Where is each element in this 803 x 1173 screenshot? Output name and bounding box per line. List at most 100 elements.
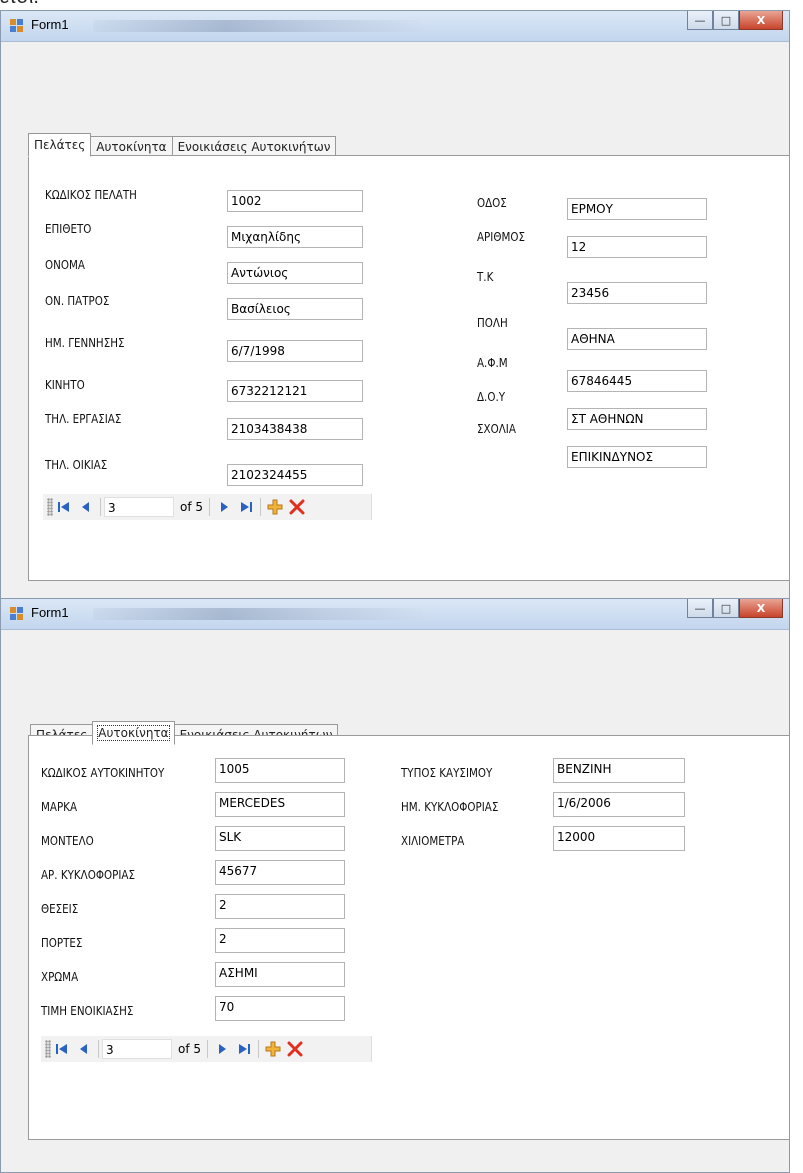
client-area: Πελάτες Αυτοκίνητα Ενοικιάσεις Αυτοκινήτ…: [2, 42, 790, 598]
tab-page-cars: ΚΩΔΙΚΟΣ ΑΥΤΟΚΙΝΗΤΟΥ ΜΑΡΚΑ ΜΟΝΤΕΛΟ ΑΡ. ΚΥ…: [28, 735, 790, 1140]
tab-label: Αυτοκίνητα: [97, 725, 170, 741]
home-phone-field[interactable]: 2102324455: [227, 464, 363, 486]
client-area: Πελάτες Αυτοκίνητα Ενοικιάσεις Αυτοκινήτ…: [2, 630, 790, 1171]
move-next-icon[interactable]: [213, 496, 235, 518]
move-next-icon[interactable]: [211, 1038, 233, 1060]
tax-id-field[interactable]: 67846445: [567, 370, 707, 392]
form-app-icon: [10, 607, 24, 621]
toolbar-separator: [100, 498, 101, 516]
binding-navigator: 3 of 5: [41, 1036, 372, 1062]
tax-office-field[interactable]: ΣΤ ΑΘΗΝΩΝ: [567, 408, 707, 430]
move-first-icon[interactable]: [53, 496, 75, 518]
rental-price-field[interactable]: 70: [215, 996, 345, 1021]
label-model: ΜΟΝΤΕΛΟ: [41, 834, 94, 848]
add-new-icon[interactable]: [262, 1038, 284, 1060]
label-make: ΜΑΡΚΑ: [41, 800, 78, 814]
minimize-button[interactable]: —: [687, 11, 713, 30]
first-name-field[interactable]: Αντώνιος: [227, 262, 363, 284]
label-registration-date: ΗΜ. ΚΥΚΛΟΦΟΡΙΑΣ: [401, 800, 499, 814]
label-license-plate: ΑΡ. ΚΥΚΛΟΦΟΡΙΑΣ: [41, 868, 135, 882]
label-fuel-type: ΤΥΠΟΣ ΚΑΥΣΙΜΟΥ: [401, 766, 493, 780]
label-car-code: ΚΩΔΙΚΟΣ ΑΥΤΟΚΙΝΗΤΟΥ: [41, 766, 165, 780]
label-city: ΠΟΛΗ: [477, 316, 508, 330]
seats-field[interactable]: 2: [215, 894, 345, 919]
label-work-phone: ΤΗΛ. ΕΡΓΑΣΙΑΣ: [45, 412, 122, 426]
comments-field[interactable]: ΕΠΙΚΙΝΔΥΝΟΣ: [567, 446, 707, 468]
surname-field[interactable]: Μιχαηλίδης: [227, 226, 363, 248]
form-app-icon: [10, 19, 24, 33]
tab-cars[interactable]: Αυτοκίνητα: [90, 136, 173, 157]
binding-navigator: 3 of 5: [43, 494, 372, 520]
car-code-field[interactable]: 1005: [215, 758, 345, 783]
label-street-number: ΑΡΙΘΜΟΣ: [477, 230, 525, 244]
move-previous-icon[interactable]: [75, 496, 97, 518]
delete-icon[interactable]: [286, 496, 308, 518]
label-tax-office: Δ.Ο.Υ: [477, 390, 506, 404]
label-doors: ΠΟΡΤΕΣ: [41, 936, 83, 950]
tab-label: Αυτοκίνητα: [96, 140, 167, 154]
maximize-button[interactable]: □: [713, 599, 739, 618]
window-title: Form1: [31, 17, 69, 32]
label-rental-price: ΤΙΜΗ ΕΝΟΙΚΙΑΣΗΣ: [41, 1004, 134, 1018]
kilometers-field[interactable]: 12000: [553, 826, 685, 851]
position-item-field[interactable]: 3: [102, 1039, 172, 1059]
label-birth-date: ΗΜ. ΓΕΝΝΗΣΗΣ: [45, 336, 125, 350]
maximize-button[interactable]: □: [713, 11, 739, 30]
page-caption: έτσι.: [0, 0, 39, 9]
father-name-field[interactable]: Βασίλειος: [227, 298, 363, 320]
label-surname: ΕΠΙΘΕΤΟ: [45, 222, 92, 236]
move-previous-icon[interactable]: [73, 1038, 95, 1060]
move-first-icon[interactable]: [51, 1038, 73, 1060]
toolbar-separator: [209, 498, 211, 516]
doors-field[interactable]: 2: [215, 928, 345, 953]
close-button[interactable]: X: [739, 599, 783, 618]
street-field[interactable]: ΕΡΜΟΥ: [567, 198, 707, 220]
postal-code-field[interactable]: 23456: [567, 282, 707, 304]
position-item-field[interactable]: 3: [104, 497, 174, 517]
label-comments: ΣΧΟΛΙΑ: [477, 422, 516, 436]
toolbar-separator: [260, 498, 262, 516]
label-first-name: ΟΝΟΜΑ: [45, 258, 85, 272]
add-new-icon[interactable]: [264, 496, 286, 518]
label-seats: ΘΕΣΕΙΣ: [41, 902, 79, 916]
fuel-type-field[interactable]: ΒΕΝΖΙΝΗ: [553, 758, 685, 783]
toolbar-separator: [258, 1040, 260, 1058]
registration-date-field[interactable]: 1/6/2006: [553, 792, 685, 817]
label-father-name: ΟΝ. ΠΑΤΡΟΣ: [45, 294, 110, 308]
minimize-button[interactable]: —: [687, 599, 713, 618]
move-last-icon[interactable]: [235, 496, 257, 518]
tab-label: Πελάτες: [34, 138, 86, 152]
model-field[interactable]: SLK: [215, 826, 345, 851]
title-bar[interactable]: Form1 — □ X: [1, 599, 789, 630]
label-tax-id: Α.Φ.Μ: [477, 356, 508, 370]
count-item-label: of 5: [178, 1042, 202, 1056]
move-last-icon[interactable]: [233, 1038, 255, 1060]
color-field[interactable]: ΑΣΗΜΙ: [215, 962, 345, 987]
window-title: Form1: [31, 605, 69, 620]
label-kilometers: ΧΙΛΙΟΜΕΤΡΑ: [401, 834, 465, 848]
mobile-field[interactable]: 6732212121: [227, 380, 363, 402]
label-postal-code: Τ.Κ: [477, 270, 494, 284]
work-phone-field[interactable]: 2103438438: [227, 418, 363, 440]
tab-strip: Πελάτες Αυτοκίνητα Ενοικιάσεις Αυτοκινήτ…: [28, 133, 337, 157]
customer-code-field[interactable]: 1002: [227, 190, 363, 212]
birth-date-field[interactable]: 6/7/1998: [227, 340, 363, 362]
tab-customers[interactable]: Πελάτες: [28, 133, 92, 157]
blurred-taskbar-area: [93, 608, 423, 620]
delete-icon[interactable]: [284, 1038, 306, 1060]
street-number-field[interactable]: 12: [567, 236, 707, 258]
close-button[interactable]: X: [739, 11, 783, 30]
label-color: ΧΡΩΜΑ: [41, 970, 79, 984]
tab-cars[interactable]: Αυτοκίνητα: [92, 721, 175, 745]
label-customer-code: ΚΩΔΙΚΟΣ ΠΕΛΑΤΗ: [45, 188, 137, 202]
title-bar[interactable]: Form1 — □ X: [1, 11, 789, 42]
label-street: ΟΔΟΣ: [477, 196, 507, 210]
form1-window-customers: Form1 — □ X Πελάτες Αυτοκίνητα Ενοικιάσε…: [0, 10, 790, 600]
label-home-phone: ΤΗΛ. ΟΙΚΙΑΣ: [45, 458, 108, 472]
label-mobile: ΚΙΝΗΤΟ: [45, 378, 85, 392]
count-item-label: of 5: [180, 500, 204, 514]
city-field[interactable]: ΑΘΗΝΑ: [567, 328, 707, 350]
license-plate-field[interactable]: 45677: [215, 860, 345, 885]
make-field[interactable]: MERCEDES: [215, 792, 345, 817]
tab-rentals[interactable]: Ενοικιάσεις Αυτοκινήτων: [171, 136, 337, 157]
